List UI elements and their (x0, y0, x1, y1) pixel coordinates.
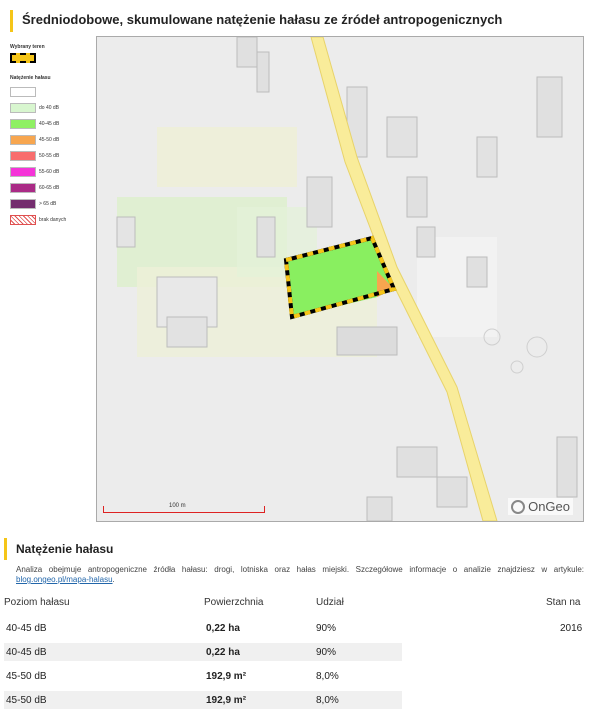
cell-share: 90% (316, 647, 337, 658)
scale-label: 100 m (169, 503, 186, 509)
cell-share: 8,0% (316, 695, 339, 706)
legend-item: 60-65 dB (10, 180, 90, 196)
title-accent-bar (10, 10, 13, 32)
cell-share: 90% (316, 623, 337, 634)
section-title: Natężenie hałasu (16, 542, 114, 556)
cell-share: 8,0% (316, 671, 339, 682)
legend-item: brak danych (10, 212, 90, 228)
cell-area: 192,9 m² (206, 671, 247, 682)
description-text: Analiza obejmuje antropogeniczne źródła … (16, 565, 584, 574)
legend-item-label: 50-55 dB (39, 153, 60, 159)
legend-swatch (10, 167, 36, 177)
link-suffix: . (112, 575, 115, 584)
article-link[interactable]: blog.ongeo.pl/mapa-halasu (16, 575, 113, 584)
cell-level: 40-45 dB (6, 647, 47, 658)
section-description: Analiza obejmuje antropogeniczne źródła … (16, 565, 584, 585)
cell-level: 45-50 dB (6, 671, 47, 682)
header-area: Powierzchnia (204, 597, 264, 608)
header-level: Poziom hałasu (4, 597, 70, 608)
legend-item (10, 84, 90, 100)
header-share: Udział (316, 597, 344, 608)
cell-level: 45-50 dB (6, 695, 47, 706)
legend-swatch (10, 87, 36, 97)
noise-map[interactable]: 100 m OnGeo (96, 36, 584, 522)
legend-item: do 40 dB (10, 100, 90, 116)
legend-item: 40-45 dB (10, 116, 90, 132)
map-canvas (97, 37, 583, 521)
legend-item: > 65 dB (10, 196, 90, 212)
cell-area: 0,22 ha (206, 623, 240, 634)
cell-area: 0,22 ha (206, 647, 240, 658)
table-row: 40-45 dB 0,22 ha 90% (4, 619, 402, 637)
legend-item-label: 40-45 dB (39, 121, 60, 127)
table-row: 45-50 dB 192,9 m² 8,0% (4, 667, 402, 685)
legend-swatch (10, 199, 36, 209)
cell-level: 40-45 dB (6, 623, 47, 634)
ongeo-logo: OnGeo (508, 498, 573, 515)
legend-swatch (10, 119, 36, 129)
legend-swatch (10, 103, 36, 113)
map-legend: Wybrany teren Natężenie hałasu do 40 dB 4… (10, 44, 90, 228)
legend-selected-area-label: Wybrany teren (10, 44, 45, 50)
report-title: Średniodobowe, skumulowane natężenie hał… (22, 12, 503, 27)
legend-item-label: 55-60 dB (39, 169, 60, 175)
legend-item-label: 45-50 dB (39, 137, 60, 143)
legend-item-label: brak danych (39, 217, 67, 223)
legend-item-label: do 40 dB (39, 105, 60, 111)
legend-swatch (10, 215, 36, 225)
cell-area: 192,9 m² (206, 695, 247, 706)
legend-item: 50-55 dB (10, 148, 90, 164)
legend-swatch (10, 135, 36, 145)
legend-swatch (10, 183, 36, 193)
legend-item: 55-60 dB (10, 164, 90, 180)
cell-as-of: 2016 (560, 623, 583, 634)
section-accent-bar (4, 538, 7, 560)
legend-item: 45-50 dB (10, 132, 90, 148)
legend-selected-area-swatch (10, 53, 36, 63)
legend-item-label: > 65 dB (39, 201, 57, 207)
ongeo-logo-icon (511, 499, 526, 514)
ongeo-logo-text: OnGeo (528, 499, 570, 514)
legend-item-label: 60-65 dB (39, 185, 60, 191)
table-row: 40-45 dB 0,22 ha 90% (4, 643, 402, 661)
legend-swatch (10, 151, 36, 161)
header-as-of: Stan na (546, 597, 581, 608)
table-row: 45-50 dB 192,9 m² 8,0% (4, 691, 402, 709)
legend-noise-label: Natężenie hałasu (10, 75, 51, 81)
